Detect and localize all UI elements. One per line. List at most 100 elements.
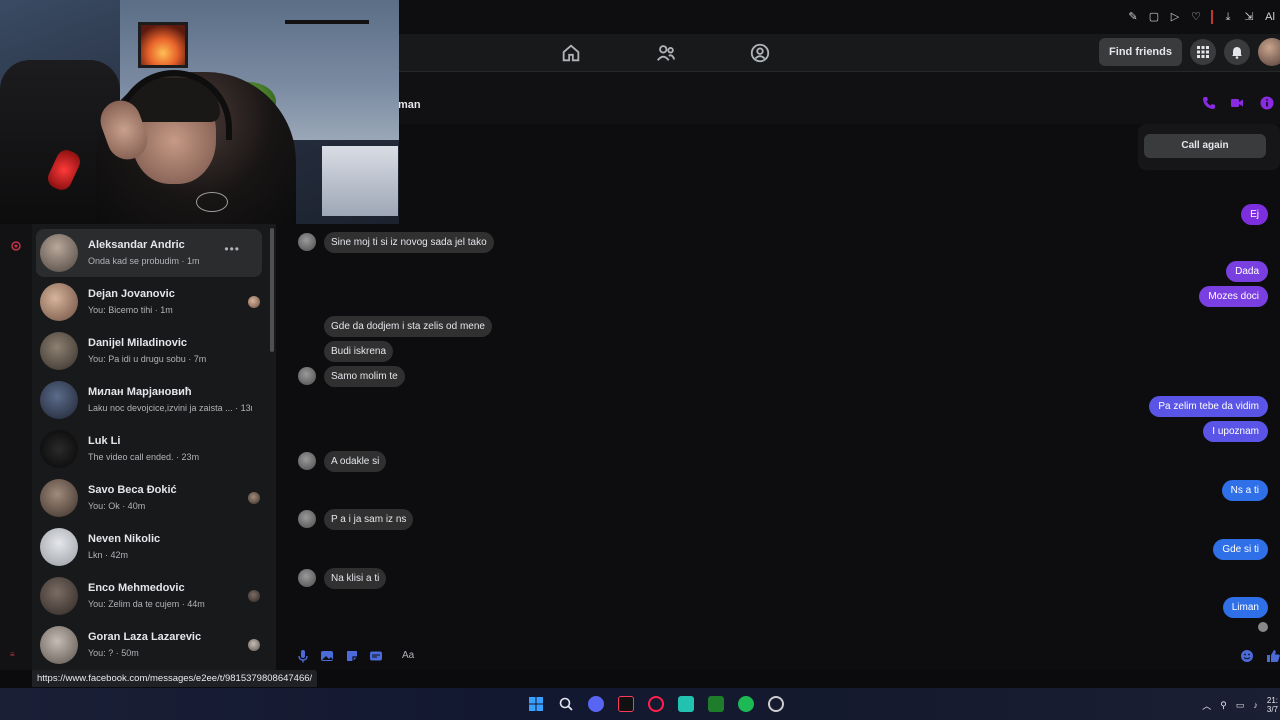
tiktok-icon[interactable] bbox=[618, 696, 634, 712]
chat-list-item[interactable]: Goran Laza Lazarevic You: ? · 50m bbox=[36, 621, 262, 669]
chat-list-item[interactable]: Neven Nikolic Lkn · 42m bbox=[36, 523, 262, 571]
chat-list-item[interactable]: Aleksandar Andric Onda kad se probudim · … bbox=[36, 229, 262, 277]
webcam-fireplace bbox=[138, 22, 188, 68]
chat-preview: You: ? · 50m bbox=[88, 648, 139, 658]
volume-icon[interactable]: ♪ bbox=[1253, 700, 1258, 710]
chat-preview: Laku noc devojcice,izvini ja zaista ... … bbox=[88, 403, 252, 413]
chat-avatar bbox=[40, 234, 78, 272]
pin-icon[interactable]: ✎ bbox=[1127, 11, 1139, 23]
chat-list-item[interactable]: Savo Beca Đokić You: Ok · 40m bbox=[36, 474, 262, 522]
outgoing-message[interactable]: Liman bbox=[1222, 597, 1268, 618]
extension-icon[interactable]: ⇲ bbox=[1243, 11, 1255, 23]
chat-avatar bbox=[40, 479, 78, 517]
sender-avatar[interactable] bbox=[298, 367, 316, 385]
chat-list-item[interactable]: Милан Марјановић Laku noc devojcice,izvin… bbox=[36, 376, 262, 424]
sender-avatar[interactable] bbox=[298, 510, 316, 528]
tray-chevron-icon[interactable]: ︿ bbox=[1202, 699, 1211, 712]
browser-profile-label[interactable]: Al bbox=[1264, 11, 1276, 23]
sender-avatar[interactable] bbox=[298, 233, 316, 251]
heart-icon[interactable]: ♡ bbox=[1190, 11, 1202, 23]
message-input[interactable]: Aa bbox=[396, 645, 1236, 667]
incoming-message[interactable]: P a i ja sam iz ns bbox=[324, 509, 414, 530]
chat-name: Enco Mehmedovic bbox=[88, 582, 185, 594]
bell-icon bbox=[1232, 46, 1242, 59]
chat-preview: Lkn · 42m bbox=[88, 550, 129, 560]
incoming-message[interactable]: Budi iskrena bbox=[324, 341, 394, 362]
window-icon[interactable]: ▢ bbox=[1148, 11, 1160, 23]
play-icon[interactable]: ▷ bbox=[1169, 11, 1181, 23]
friends-icon[interactable] bbox=[655, 42, 677, 64]
network-icon[interactable]: ⚲ bbox=[1220, 700, 1227, 711]
menu-grid-button[interactable] bbox=[1190, 39, 1216, 65]
chat-list-item[interactable]: Dejan Jovanovic You: Bicemo tihi · 1m bbox=[36, 278, 262, 326]
incoming-message[interactable]: Sine moj ti si iz novog sada jel tako bbox=[324, 232, 494, 253]
windows-start-icon[interactable] bbox=[528, 696, 544, 712]
search-icon[interactable] bbox=[558, 696, 574, 712]
microphone-icon[interactable] bbox=[296, 649, 310, 663]
sender-avatar[interactable] bbox=[298, 569, 316, 587]
left-rail: ≡ bbox=[0, 224, 32, 690]
chat-list-item[interactable]: Enco Mehmedovic You: Zelim da te cujem · … bbox=[36, 572, 262, 620]
toolbar-separator bbox=[1211, 10, 1213, 24]
download-icon[interactable]: ⤓ bbox=[1222, 11, 1234, 23]
outgoing-message[interactable]: I upoznam bbox=[1203, 421, 1268, 442]
spotify-icon[interactable] bbox=[738, 696, 754, 712]
emoji-icon[interactable] bbox=[1240, 649, 1254, 663]
groups-icon[interactable] bbox=[749, 42, 771, 64]
incoming-message[interactable]: Gde da dodjem i sta zelis od mene bbox=[324, 316, 492, 337]
home-icon[interactable] bbox=[560, 42, 582, 64]
incoming-message[interactable]: Samo molim te bbox=[324, 366, 405, 387]
thumbs-up-icon[interactable] bbox=[1266, 649, 1280, 663]
outgoing-message[interactable]: Dada bbox=[1226, 261, 1268, 282]
conversation-title[interactable]: man bbox=[398, 99, 421, 111]
chat-name: Savo Beca Đokić bbox=[88, 484, 177, 496]
seen-avatar bbox=[248, 590, 260, 602]
opera-icon[interactable] bbox=[648, 696, 664, 712]
settings-icon[interactable] bbox=[10, 240, 22, 252]
outgoing-message[interactable]: Ej bbox=[1241, 204, 1268, 225]
outgoing-message[interactable]: Gde si ti bbox=[1213, 539, 1268, 560]
chat-app-icon[interactable] bbox=[678, 696, 694, 712]
chat-avatar bbox=[40, 332, 78, 370]
info-icon[interactable] bbox=[1260, 96, 1274, 110]
rail-bottom-icon[interactable]: ≡ bbox=[10, 650, 22, 662]
chat-list: Aleksandar Andric Onda kad se probudim · … bbox=[32, 224, 276, 670]
outgoing-message[interactable]: Pa zelim tebe da vidim bbox=[1149, 396, 1268, 417]
conversation-header: man bbox=[276, 72, 1280, 124]
discord-icon[interactable] bbox=[588, 696, 604, 712]
chat-list-scrollbar[interactable] bbox=[270, 228, 274, 352]
sticker-icon[interactable] bbox=[345, 649, 359, 663]
monitor-icon[interactable]: ▭ bbox=[1236, 700, 1245, 711]
chat-avatar bbox=[40, 381, 78, 419]
chat-list-item[interactable]: Danijel Miladinovic You: Pa idi u drugu s… bbox=[36, 327, 262, 375]
outgoing-message[interactable]: Mozes doci bbox=[1199, 286, 1268, 307]
incoming-message[interactable]: Na klisi a ti bbox=[324, 568, 387, 589]
webcam-box bbox=[322, 146, 398, 216]
chat-list-item[interactable]: Luk Li The video call ended. · 23m bbox=[36, 425, 262, 473]
call-summary-card: Call again bbox=[1138, 124, 1280, 170]
media-app-icon[interactable] bbox=[708, 696, 724, 712]
chat-avatar bbox=[40, 577, 78, 615]
audio-call-icon[interactable] bbox=[1202, 96, 1216, 110]
video-call-icon[interactable] bbox=[1230, 96, 1244, 110]
chat-avatar bbox=[40, 430, 78, 468]
chat-avatar bbox=[40, 626, 78, 664]
clock-date: 3/7 bbox=[1266, 705, 1278, 714]
find-friends-button[interactable]: Find friends bbox=[1099, 38, 1182, 66]
settings-app-icon[interactable] bbox=[768, 696, 784, 712]
message-composer: Aa bbox=[276, 642, 1280, 670]
profile-avatar[interactable] bbox=[1258, 38, 1280, 66]
sender-avatar[interactable] bbox=[298, 452, 316, 470]
incoming-message[interactable]: A odakle si bbox=[324, 451, 387, 472]
conversation-panel: man Call again Ej Sine moj ti si iz novog… bbox=[276, 72, 1280, 670]
chat-preview: You: Ok · 40m bbox=[88, 501, 146, 511]
chat-preview: Onda kad se probudim · 1m bbox=[88, 256, 200, 266]
system-clock[interactable]: 21: 3/7 bbox=[1267, 696, 1280, 714]
outgoing-message[interactable]: Ns a ti bbox=[1221, 480, 1268, 501]
gif-icon[interactable] bbox=[369, 649, 383, 663]
notifications-button[interactable] bbox=[1224, 39, 1250, 65]
image-icon[interactable] bbox=[320, 649, 334, 663]
more-options-icon[interactable]: ••• bbox=[224, 242, 240, 256]
call-again-button[interactable]: Call again bbox=[1144, 134, 1266, 158]
chat-preview: You: Bicemo tihi · 1m bbox=[88, 305, 173, 315]
